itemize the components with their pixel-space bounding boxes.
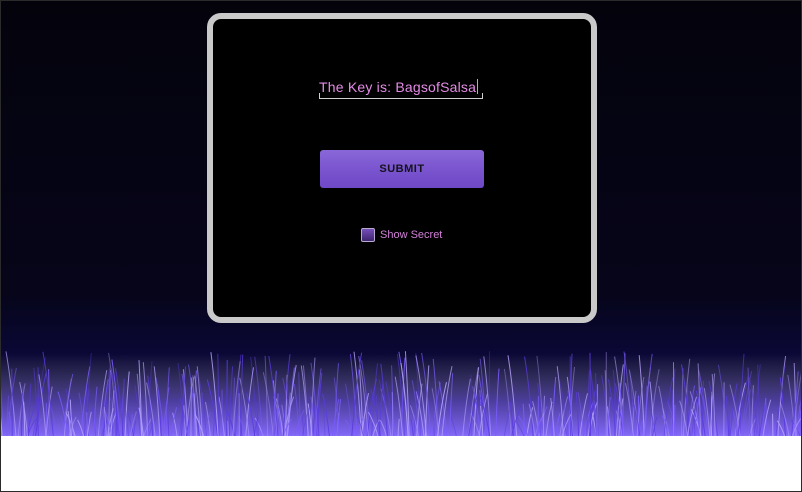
app-window: The Key is: BagsofSalsa SUBMIT Show Secr… [0,0,802,492]
purple-grass-decoration [1,351,801,491]
login-card: The Key is: BagsofSalsa SUBMIT Show Secr… [207,13,597,323]
show-secret-checkbox[interactable] [361,228,375,242]
text-caret [477,79,479,94]
grass-blade [537,396,539,442]
key-input-underline [319,93,483,99]
grass-blade [488,351,491,442]
grass-blade [226,359,228,442]
grass-blade [190,377,192,442]
show-secret-toggle[interactable]: Show Secret [361,227,442,243]
submit-button[interactable]: SUBMIT [320,150,484,188]
grass-blade [11,368,13,442]
show-secret-label: Show Secret [380,229,443,241]
key-input[interactable]: The Key is: BagsofSalsa [319,75,483,99]
